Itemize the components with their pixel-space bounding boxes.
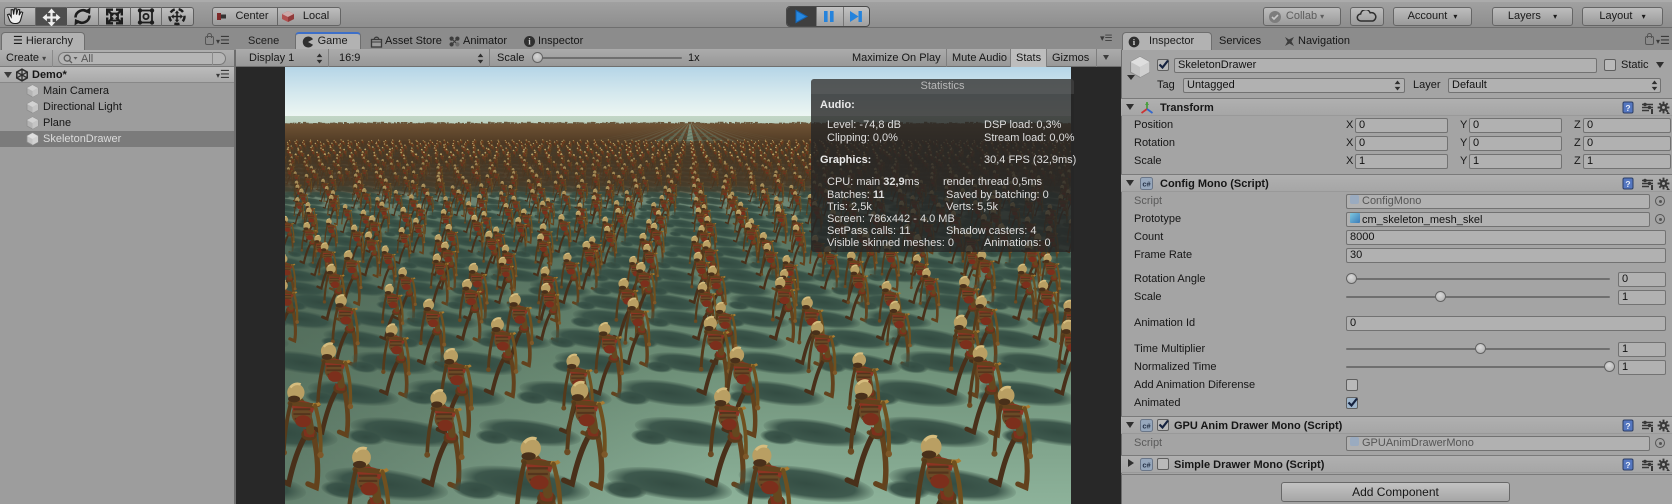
- svg-text:c#: c#: [1142, 180, 1151, 189]
- svg-text:c#: c#: [1142, 461, 1151, 470]
- svg-text:c#: c#: [1142, 422, 1151, 431]
- svg-text:?: ?: [1625, 179, 1630, 189]
- svg-text:?: ?: [1625, 421, 1630, 431]
- svg-text:?: ?: [1625, 460, 1630, 470]
- svg-text:?: ?: [1625, 103, 1630, 113]
